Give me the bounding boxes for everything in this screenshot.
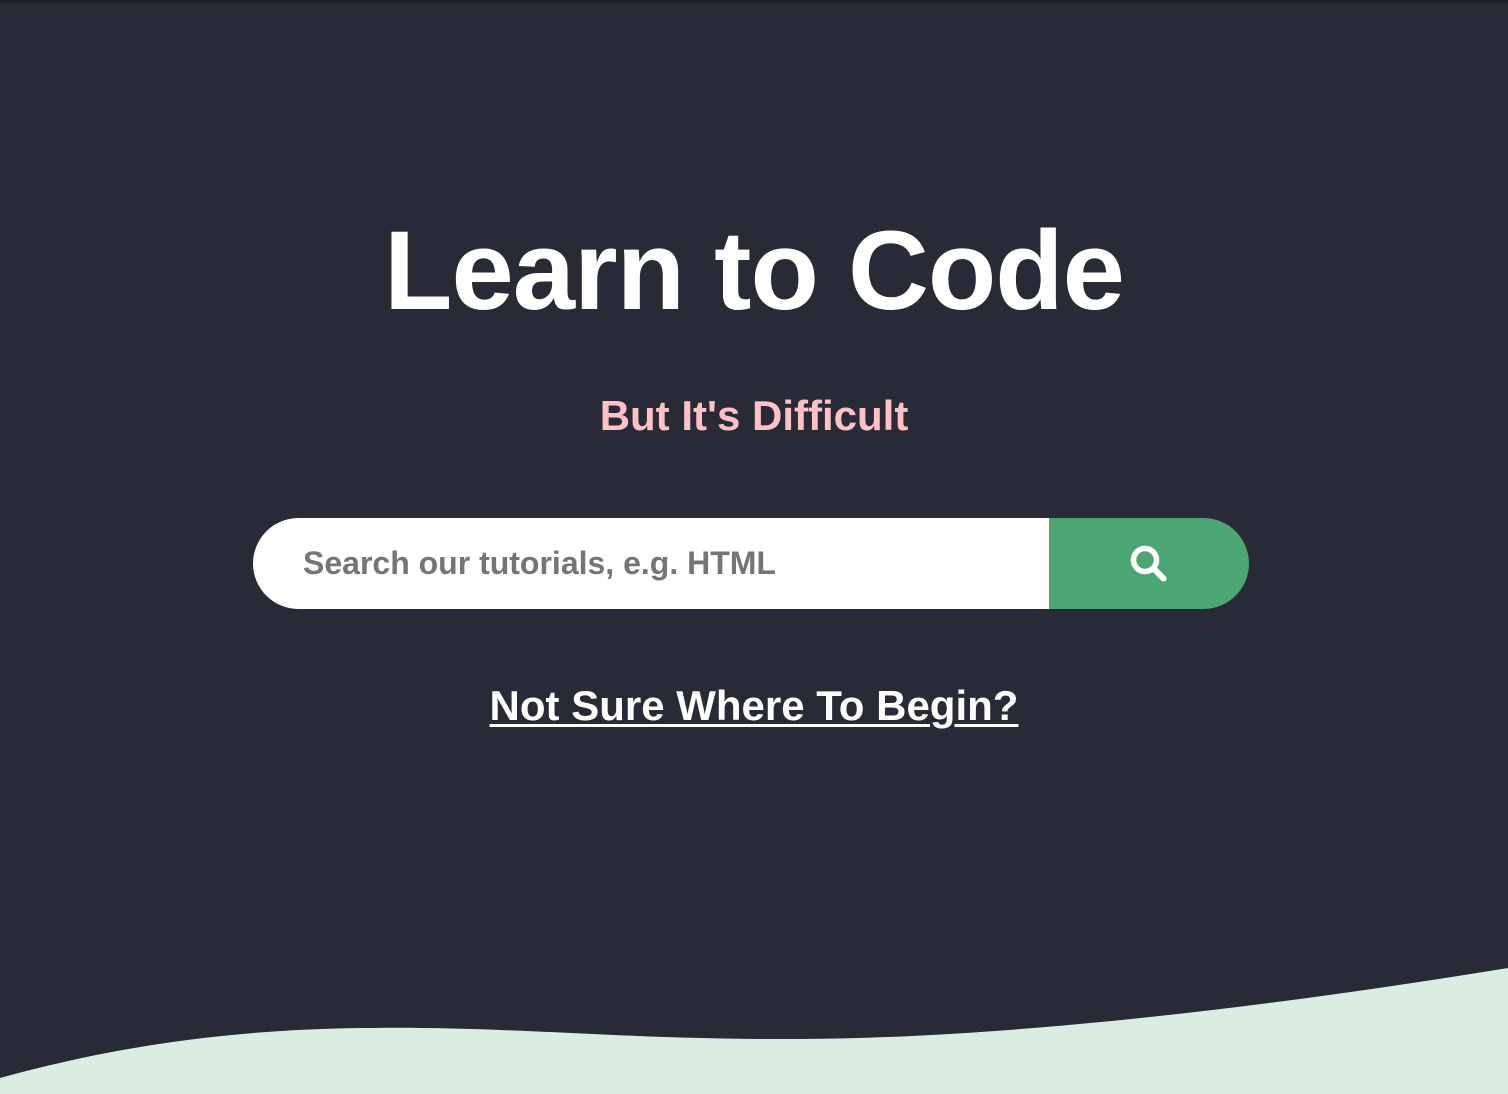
search-button[interactable]: [1049, 518, 1249, 609]
begin-link-wrapper: Not Sure Where To Begin?: [0, 678, 1508, 734]
search-icon: [1130, 545, 1167, 581]
search-input[interactable]: [253, 518, 1049, 609]
hero-section: Learn to Code But It's Difficult Not Sur…: [0, 0, 1508, 1094]
hero-title: Learn to Code: [384, 208, 1125, 333]
not-sure-where-to-begin-link[interactable]: Not Sure Where To Begin?: [490, 682, 1019, 729]
hero-subtitle: But It's Difficult: [599, 392, 909, 439]
search-form: [253, 518, 1249, 609]
bottom-wave-divider: [0, 968, 1508, 1094]
